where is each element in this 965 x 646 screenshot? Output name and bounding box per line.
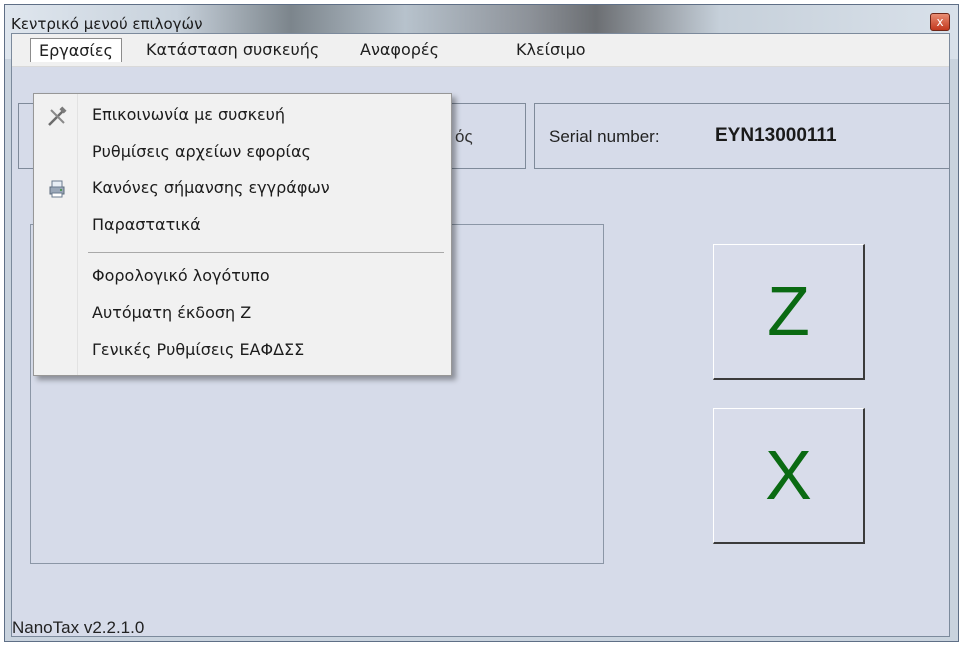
menu-item-device-communication[interactable]: Επικοινωνία με συσκευή bbox=[92, 105, 285, 124]
menu-close[interactable]: Κλείσιμο bbox=[508, 38, 594, 62]
serial-number-panel: Serial number: EYN13000111 bbox=[534, 103, 950, 169]
serial-number-label: Serial number: bbox=[549, 127, 660, 146]
tools-icon bbox=[48, 106, 67, 126]
version-label: NanoTax v2.2.1.0 bbox=[12, 618, 145, 637]
menu-item-tax-logo[interactable]: Φορολογικό λογότυπο bbox=[92, 266, 270, 285]
menu-reports[interactable]: Αναφορές bbox=[352, 38, 447, 62]
z-report-button[interactable]: Z bbox=[713, 244, 865, 380]
menu-item-tax-files-settings[interactable]: Ρυθμίσεις αρχείων εφορίας bbox=[92, 142, 311, 161]
menu-bar: Εργασίες Κατάσταση συσκευής Αναφορές Κλε… bbox=[12, 34, 949, 67]
printer-icon bbox=[49, 180, 65, 198]
menu-item-general-settings[interactable]: Γενικές Ρυθμίσεις ΕΑΦΔΣΣ bbox=[92, 340, 304, 359]
window-title: Κεντρικό μενού επιλογών bbox=[11, 15, 203, 33]
close-button[interactable]: x bbox=[930, 13, 950, 31]
menu-device-status[interactable]: Κατάσταση συσκευής bbox=[138, 38, 327, 62]
menu-item-documents[interactable]: Παραστατικά bbox=[92, 215, 201, 234]
menu-separator bbox=[88, 252, 444, 253]
serial-number-value: EYN13000111 bbox=[715, 125, 837, 146]
tasks-dropdown-menu: Επικοινωνία με συσκευή Ρυθμίσεις αρχείων… bbox=[33, 93, 452, 376]
menu-icon-strip bbox=[34, 94, 78, 375]
menu-item-document-marking-rules[interactable]: Κανόνες σήμανσης εγγράφων bbox=[92, 178, 330, 197]
menu-tasks[interactable]: Εργασίες bbox=[30, 38, 122, 62]
device-name-partial-text: ός bbox=[455, 127, 473, 146]
menu-item-auto-z-issue[interactable]: Αυτόματη έκδοση Ζ bbox=[92, 303, 251, 322]
x-report-button[interactable]: X bbox=[713, 408, 865, 544]
